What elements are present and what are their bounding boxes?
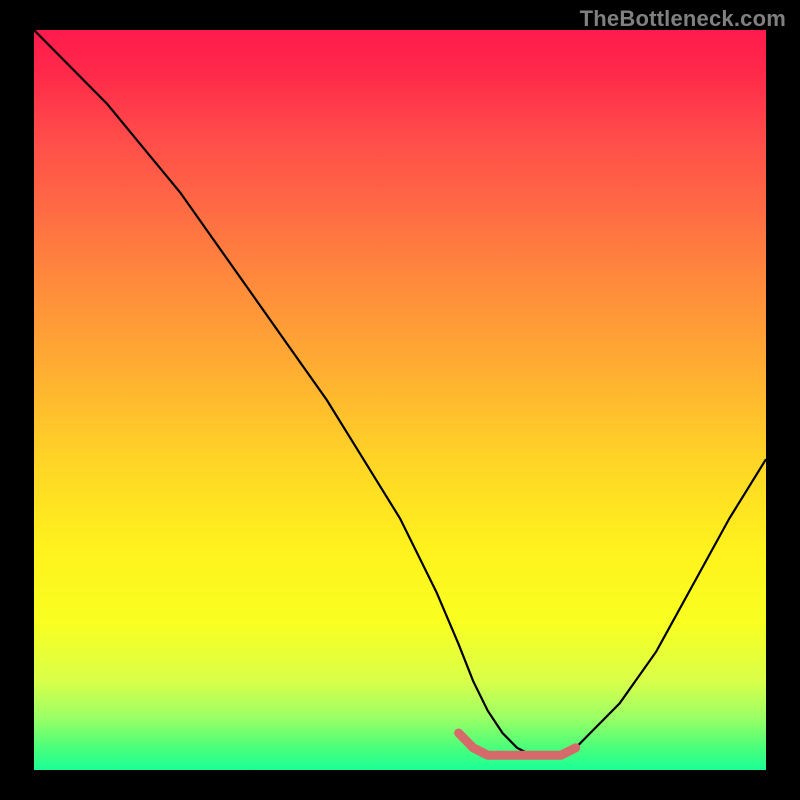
chart-svg [34,30,766,770]
watermark-text: TheBottleneck.com [580,6,786,32]
highlight-line [459,733,576,755]
curve-line [34,30,766,755]
chart-root: TheBottleneck.com [0,0,800,800]
plot-area [34,30,766,770]
